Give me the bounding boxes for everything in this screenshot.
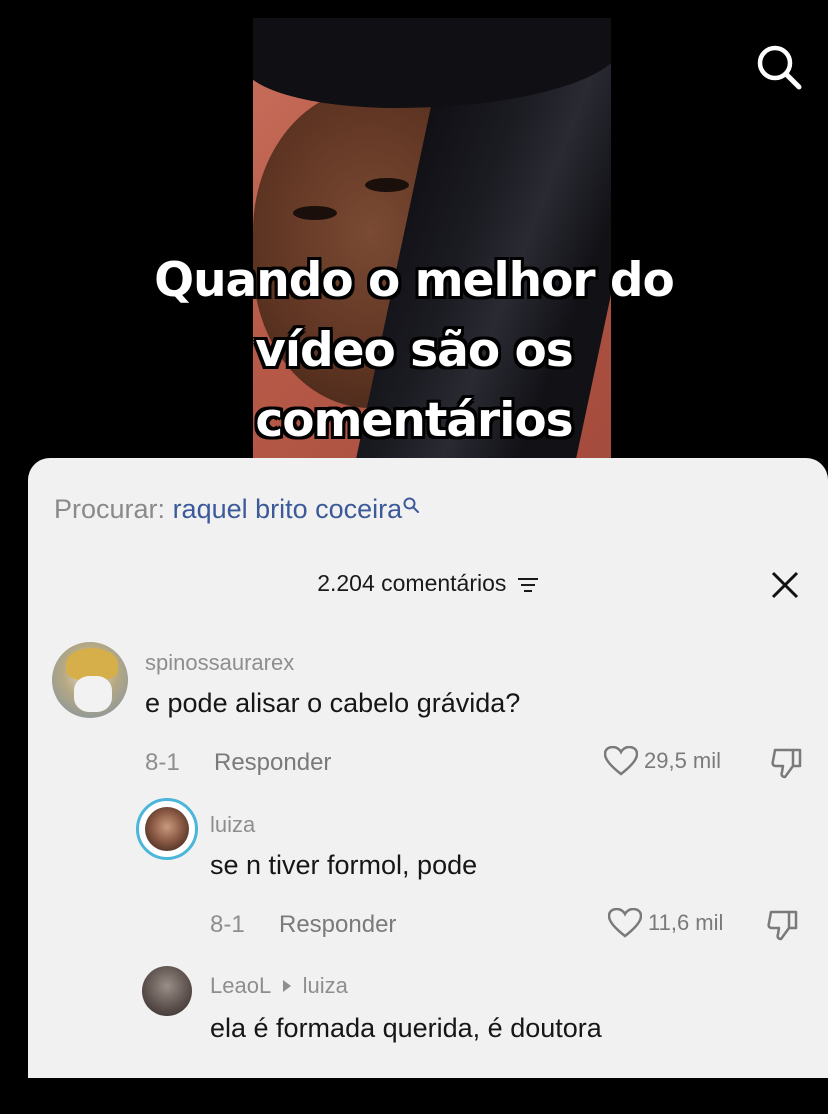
search-icon (757, 45, 802, 90)
comments-sheet: Procurar: raquel brito coceira 2.204 com… (28, 458, 828, 1078)
comment-username[interactable]: LeaoL (210, 973, 270, 998)
search-icon (403, 497, 420, 513)
reply-button[interactable]: Responder (214, 749, 331, 777)
eye (365, 178, 409, 192)
comment-date: 8-1 (210, 911, 245, 938)
like-count: 29,5 mil (644, 748, 722, 773)
video-player[interactable]: Quando o melhor do vídeo são os comentár… (0, 0, 828, 470)
comment-text: ela é formada querida, é doutora (210, 1013, 602, 1043)
reply-username-row: LeaoL luiza (210, 973, 348, 999)
dislike-icon (767, 910, 798, 941)
caption-line: comentários (255, 393, 573, 448)
filter-icon[interactable] (517, 576, 539, 594)
dislike-icon (771, 748, 802, 779)
dislike-button[interactable] (770, 746, 804, 780)
comment-username[interactable]: spinossaurarex (145, 650, 294, 676)
avatar[interactable] (142, 966, 192, 1016)
caption-line: vídeo são os (255, 323, 574, 378)
reply-arrow-icon (282, 980, 291, 992)
like-button[interactable]: 11,6 mil (608, 908, 723, 938)
bottom-bar (0, 1078, 828, 1114)
reply-button[interactable]: Responder (279, 911, 396, 939)
video-caption: Quando o melhor do vídeo são os comentár… (0, 246, 828, 456)
search-button[interactable] (752, 40, 806, 94)
like-count: 11,6 mil (648, 910, 724, 935)
comment-count-header: 2.204 comentários (28, 570, 828, 597)
comment-text: e pode alisar o cabelo grávida? (145, 688, 521, 718)
dislike-button[interactable] (766, 908, 800, 942)
reply-to-username[interactable]: luiza (303, 973, 348, 998)
like-button[interactable]: 29,5 mil (604, 746, 721, 776)
search-prefix: Procurar: (54, 494, 166, 524)
heart-icon (604, 746, 638, 776)
avatar[interactable] (136, 798, 198, 860)
comment-text: se n tiver formol, pode (210, 850, 478, 880)
heart-icon (608, 908, 642, 938)
comment-username[interactable]: luiza (210, 812, 255, 838)
search-suggestion[interactable]: Procurar: raquel brito coceira (54, 494, 420, 525)
comment-count: 2.204 comentários (317, 570, 507, 596)
eye (293, 206, 337, 220)
comment-date: 8-1 (145, 749, 180, 776)
close-button[interactable] (770, 570, 800, 600)
avatar[interactable] (52, 642, 128, 718)
close-icon (771, 571, 799, 599)
caption-line: Quando o melhor do (154, 253, 675, 308)
search-term[interactable]: raquel brito coceira (173, 494, 403, 524)
